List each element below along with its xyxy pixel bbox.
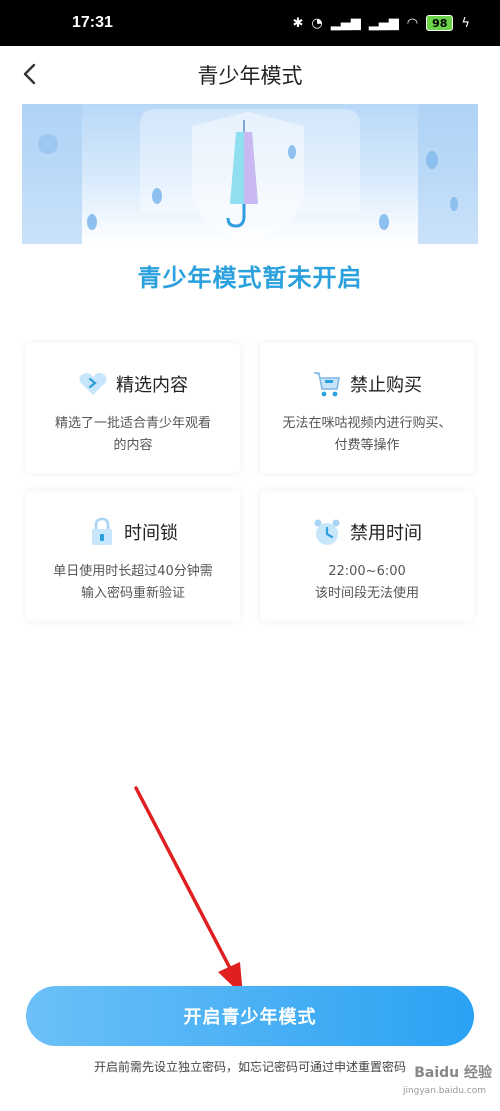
card-header: 精选内容	[26, 369, 240, 399]
signal-icon: ▂▄▆	[330, 15, 361, 31]
umbrella-illustration	[22, 104, 478, 244]
feature-card-curated-content: 精选内容 精选了一批适合青少年观看 的内容	[26, 343, 240, 473]
wifi-icon: ◠	[406, 15, 419, 31]
baidu-watermark-url: jingyan.baidu.com	[402, 1086, 486, 1096]
chevron-left-icon	[23, 63, 36, 85]
status-icons: ✱ ◔ ▂▄▆ ▂▄▆ ◠ 98 ϟ	[293, 15, 470, 31]
card-header: 禁止购买	[260, 369, 474, 399]
card-description: 无法在咪咕视频内进行购买、 付费等操作	[282, 416, 452, 453]
alarm-icon: ◔	[311, 15, 323, 31]
page-title: 青少年模式	[197, 64, 303, 88]
bluetooth-icon: ✱	[292, 15, 304, 31]
feature-card-no-purchase: 禁止购买 无法在咪咕视频内进行购买、 付费等操作	[260, 343, 474, 473]
alarm-clock-icon	[314, 519, 340, 545]
heart-icon	[79, 373, 107, 395]
charging-icon: ϟ	[461, 15, 470, 31]
signal-icon-2: ▂▄▆	[368, 15, 399, 31]
card-title: 禁用时间	[350, 523, 422, 544]
card-header: 时间锁	[26, 517, 240, 547]
feature-card-blocked-hours: 禁用时间 22:00~6:00 该时间段无法使用	[260, 491, 474, 621]
shopping-cart-icon	[314, 372, 340, 397]
nav-bar: 青少年模式	[0, 46, 500, 104]
hero-banner	[22, 104, 478, 244]
card-description: 22:00~6:00 该时间段无法使用	[314, 564, 419, 601]
feature-card-time-lock: 时间锁 单日使用时长超过40分钟需 输入密码重新验证	[26, 491, 240, 621]
card-description: 单日使用时长超过40分钟需 输入密码重新验证	[53, 564, 213, 601]
card-title: 精选内容	[116, 375, 188, 396]
card-title: 时间锁	[124, 523, 178, 544]
card-description: 精选了一批适合青少年观看 的内容	[54, 416, 211, 453]
back-button[interactable]	[10, 54, 50, 94]
status-bar: 17:31 ✱ ◔ ▂▄▆ ▂▄▆ ◠ 98 ϟ	[0, 0, 500, 46]
card-title: 禁止购买	[350, 375, 422, 396]
baidu-watermark: Baidu 经验	[414, 1065, 492, 1081]
battery-indicator: 98	[426, 15, 454, 31]
enable-teen-mode-button[interactable]: 开启青少年模式	[26, 986, 474, 1046]
lock-icon	[92, 517, 112, 545]
status-time: 17:31	[72, 14, 113, 31]
mode-status-title: 青少年模式暂未开启	[137, 264, 363, 292]
card-header: 禁用时间	[260, 517, 474, 547]
